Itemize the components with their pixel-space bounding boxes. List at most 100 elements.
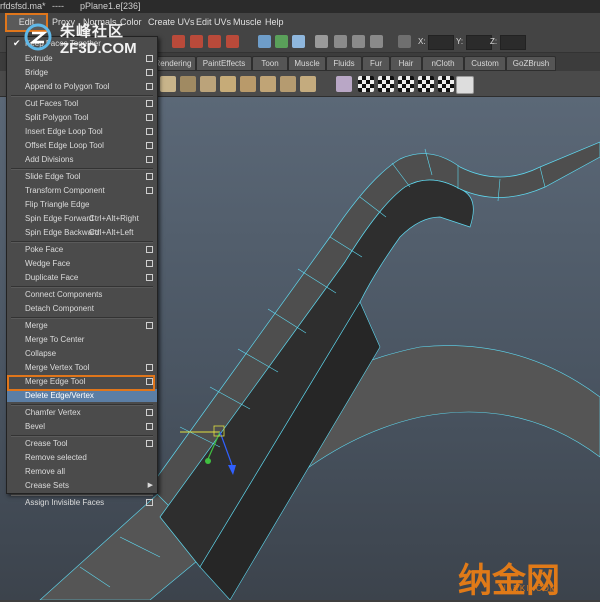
render-frame-icon[interactable] (334, 35, 347, 48)
snap-plane-icon[interactable] (226, 35, 239, 48)
menu-item-merge-to-center[interactable]: Merge To Center (7, 333, 157, 346)
menu-item-duplicate-face[interactable]: Duplicate Face (7, 271, 157, 284)
extrude-icon[interactable] (200, 76, 216, 92)
menu-item-spin-edge-backward[interactable]: Spin Edge Backward Ctrl+Alt+Left (7, 226, 157, 239)
title-file: rfdsfsd.ma* (0, 1, 46, 11)
bridge-icon[interactable] (240, 76, 256, 92)
tab-gozbrush[interactable]: GoZBrush (506, 56, 556, 71)
menu-item-crease-sets[interactable]: Crease Sets ▶ (7, 479, 157, 492)
menu-item-bridge[interactable]: Bridge (7, 66, 157, 79)
menu-item-transform-component[interactable]: Transform Component (7, 184, 157, 197)
history-icon[interactable] (258, 35, 271, 48)
menu-item-merge[interactable]: Merge (7, 319, 157, 332)
menu-create-uvs[interactable]: Create UVs (148, 13, 195, 32)
menu-item-collapse[interactable]: Collapse (7, 347, 157, 360)
bevel-icon[interactable] (220, 76, 236, 92)
menu-item-crease-tool[interactable]: Crease Tool (7, 437, 157, 450)
merge-icon[interactable] (280, 76, 296, 92)
menu-help[interactable]: Help (265, 13, 284, 32)
x-field[interactable] (428, 35, 454, 50)
menu-item-insert-edge-loop-tool[interactable]: Insert Edge Loop Tool (7, 125, 157, 138)
split-icon[interactable] (260, 76, 276, 92)
option-box-icon[interactable] (146, 440, 153, 447)
option-box-icon[interactable] (146, 260, 153, 267)
z-field[interactable] (500, 35, 526, 50)
option-box-icon[interactable] (146, 83, 153, 90)
render-view-icon[interactable] (315, 35, 328, 48)
snap-point-icon[interactable] (208, 35, 221, 48)
menu-item-detach-component[interactable]: Detach Component (7, 302, 157, 315)
option-box-icon[interactable] (146, 322, 153, 329)
menu-item-label: Poke Face (25, 245, 64, 254)
tab-toon[interactable]: Toon (252, 56, 288, 71)
chevron-down-icon[interactable] (398, 35, 411, 48)
option-box-icon[interactable] (146, 499, 153, 506)
tab-hair[interactable]: Hair (390, 56, 422, 71)
menu-item-connect-components[interactable]: Connect Components (7, 288, 157, 301)
input-ops-icon[interactable] (275, 35, 288, 48)
option-box-icon[interactable] (146, 187, 153, 194)
option-box-icon[interactable] (146, 246, 153, 253)
y-field[interactable] (466, 35, 492, 50)
menu-item-flip-triangle-edge[interactable]: Flip Triangle Edge (7, 198, 157, 211)
checker-layout-icon[interactable] (398, 76, 414, 92)
title-selection: pPlane1.e[236] (80, 1, 141, 11)
menu-item-wedge-face[interactable]: Wedge Face (7, 257, 157, 270)
option-box-icon[interactable] (146, 100, 153, 107)
menu-item-cut-faces-tool[interactable]: Cut Faces Tool (7, 97, 157, 110)
menu-item-split-polygon-tool[interactable]: Split Polygon Tool (7, 111, 157, 124)
title-dashes: ---- (52, 1, 64, 11)
tab-painteffects[interactable]: PaintEffects (196, 56, 252, 71)
option-box-icon[interactable] (146, 409, 153, 416)
render-settings-icon[interactable] (370, 35, 383, 48)
checker-sew-icon[interactable] (438, 76, 454, 92)
edit-mesh-dropdown: ✔ Keep Faces Together Extrude Bridge Appen… (6, 36, 158, 507)
menu-item-poke-face[interactable]: Poke Face (7, 243, 157, 256)
option-box-icon[interactable] (146, 55, 153, 62)
tab-ncloth[interactable]: nCloth (422, 56, 464, 71)
menu-item-chamfer-vertex[interactable]: Chamfer Vertex (7, 406, 157, 419)
polygon-cube-icon[interactable] (160, 76, 176, 92)
menu-item-assign-invisible-faces[interactable]: Assign Invisible Faces (7, 496, 157, 509)
ipr-render-icon[interactable] (352, 35, 365, 48)
option-box-icon[interactable] (146, 142, 153, 149)
option-box-icon[interactable] (146, 156, 153, 163)
menu-item-bevel[interactable]: Bevel (7, 420, 157, 433)
menu-edit-uvs[interactable]: Edit UVs (196, 13, 231, 32)
tab-fluids[interactable]: Fluids (326, 56, 362, 71)
option-box-icon[interactable] (146, 114, 153, 121)
snap-curve-icon[interactable] (190, 35, 203, 48)
tab-fur[interactable]: Fur (362, 56, 390, 71)
tab-custom[interactable]: Custom (464, 56, 506, 71)
checker-unfold-icon[interactable] (418, 76, 434, 92)
menu-item-label: Crease Sets (25, 481, 70, 490)
uv-editor-icon[interactable] (456, 76, 474, 94)
output-ops-icon[interactable] (292, 35, 305, 48)
tab-muscle[interactable]: Muscle (288, 56, 326, 71)
polygon-plane-icon[interactable] (180, 76, 196, 92)
menu-item-slide-edge-tool[interactable]: Slide Edge Tool (7, 170, 157, 183)
option-box-icon[interactable] (146, 274, 153, 281)
option-box-icon[interactable] (146, 69, 153, 76)
menu-item-add-divisions[interactable]: Add Divisions (7, 153, 157, 166)
menu-item-spin-edge-forward[interactable]: Spin Edge Forward Ctrl+Alt+Right (7, 212, 157, 225)
menu-item-append-to-polygon-tool[interactable]: Append to Polygon Tool (7, 80, 157, 93)
menu-muscle[interactable]: Muscle (233, 13, 262, 32)
option-box-icon[interactable] (146, 173, 153, 180)
menu-item-label: Wedge Face (25, 259, 71, 268)
menu-item-remove-all[interactable]: Remove all (7, 465, 157, 478)
magnet-icon[interactable] (172, 35, 185, 48)
cone-icon[interactable] (336, 76, 352, 92)
menu-item-label: Slide Edge Tool (25, 172, 81, 181)
menu-item-offset-edge-loop-tool[interactable]: Offset Edge Loop Tool (7, 139, 157, 152)
menu-item-merge-vertex-tool[interactable]: Merge Vertex Tool (7, 361, 157, 374)
checker-icon[interactable] (358, 76, 374, 92)
option-box-icon[interactable] (146, 423, 153, 430)
option-box-icon[interactable] (146, 128, 153, 135)
checker-uv-icon[interactable] (378, 76, 394, 92)
menu-item-remove-selected[interactable]: Remove selected (7, 451, 157, 464)
option-box-icon[interactable] (146, 364, 153, 371)
menu-item-label: Connect Components (25, 290, 103, 299)
smooth-icon[interactable] (300, 76, 316, 92)
menu-item-label: Extrude (25, 54, 53, 63)
